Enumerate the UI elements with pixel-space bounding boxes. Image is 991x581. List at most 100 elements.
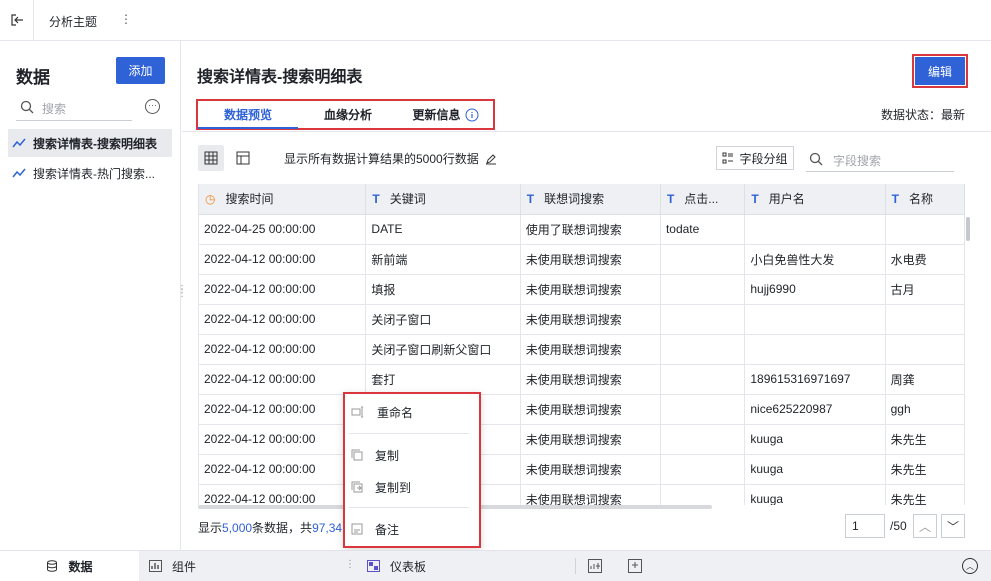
- table-cell: [744, 334, 886, 365]
- table-cell: 朱先生: [885, 424, 965, 455]
- table-cell: 2022-04-12 00:00:00: [199, 394, 367, 425]
- edit-button[interactable]: 编辑: [912, 54, 968, 88]
- table-cell: 未使用联想词搜索: [520, 334, 661, 365]
- group-icon: [722, 152, 734, 164]
- prev-page-button[interactable]: ︿: [913, 514, 937, 538]
- database-icon: [47, 560, 58, 572]
- table-cell: [660, 304, 746, 335]
- page-total: /50: [890, 519, 907, 533]
- menu-item-copy-to[interactable]: 复制到: [351, 476, 471, 498]
- add-dashboard-icon: [628, 559, 642, 573]
- add-dashboard-button[interactable]: [628, 559, 642, 576]
- column-header[interactable]: T 点击...: [660, 184, 746, 215]
- table-row[interactable]: 2022-04-12 00:00:00 填报 未使用联想词搜索 hujj6990 古月: [199, 274, 965, 305]
- table-cell: [660, 364, 746, 395]
- table-row[interactable]: 2022-04-12 00:00:00 套打 未使用联想词搜索 18961531697…: [199, 364, 965, 395]
- tab-data[interactable]: 数据: [0, 551, 139, 581]
- more-vertical-icon[interactable]: ⋮: [120, 12, 132, 26]
- next-page-button[interactable]: ﹀: [941, 514, 965, 538]
- column-header[interactable]: T 关键词: [365, 184, 521, 215]
- pencil-icon[interactable]: [485, 153, 497, 165]
- table-cell: [885, 214, 965, 245]
- table-cell: 2022-04-12 00:00:00: [199, 304, 367, 335]
- field-group-button[interactable]: 字段分组: [716, 146, 794, 170]
- table-cell: 未使用联想词搜索: [520, 454, 661, 485]
- table-cell: 未使用联想词搜索: [520, 484, 661, 505]
- table-cell: kuuga: [744, 484, 886, 505]
- tab-bar: 数据预览 血缘分析 更新信息: [196, 99, 495, 130]
- menu-item-rename[interactable]: 重命名: [351, 401, 471, 423]
- field-search-input[interactable]: 字段搜索: [806, 146, 954, 172]
- table-row[interactable]: 2022-04-12 00:00:00 未使用联想词搜索 kuuga 朱先生: [199, 484, 965, 505]
- table-cell: [660, 394, 746, 425]
- add-button[interactable]: 添加: [116, 57, 165, 84]
- menu-separator: [349, 507, 469, 508]
- tab-lineage[interactable]: 血缘分析: [298, 101, 398, 128]
- dataset-item[interactable]: 搜索详情表-热门搜索...: [8, 159, 172, 187]
- tab-component[interactable]: 组件: [149, 551, 196, 581]
- shown-count: 5,000: [222, 521, 253, 535]
- add-component-button[interactable]: [588, 559, 602, 576]
- table-row[interactable]: 2022-04-12 00:00:00 关闭子窗口刷新父窗口 未使用联想词搜索: [199, 334, 965, 365]
- table-row[interactable]: 2022-04-12 00:00:00 关闭子窗口 未使用联想词搜索: [199, 304, 965, 335]
- table-cell: ggh: [885, 394, 965, 425]
- tab-dashboard[interactable]: 仪表板: [367, 551, 426, 581]
- table-cell: 未使用联想词搜索: [520, 274, 661, 305]
- chart-component-icon: [149, 560, 162, 572]
- table-cell: [660, 484, 746, 505]
- table-cell: 2022-04-12 00:00:00: [199, 274, 367, 305]
- table-row[interactable]: 2022-04-12 00:00:00 新前端 未使用联想词搜索 小白免兽性大发 水电费: [199, 244, 965, 275]
- table-cell: 关闭子窗口刷新父窗口: [365, 334, 521, 365]
- menu-separator: [349, 433, 469, 434]
- table-header-row: ◷ 搜索时间 T 关键词 T 联想词搜索 T 点击... T 用户名 T 名称: [199, 184, 965, 215]
- dataset-item[interactable]: 搜索详情表-搜索明细表: [8, 129, 172, 157]
- search-icon: [20, 100, 34, 114]
- exit-button[interactable]: [0, 0, 34, 40]
- text-type-icon: T: [526, 192, 535, 207]
- menu-item-remark[interactable]: 备注: [351, 518, 471, 540]
- column-header[interactable]: T 用户名: [744, 184, 886, 215]
- table-cell: [885, 304, 965, 335]
- grid-icon: [204, 151, 218, 165]
- table-cell: 古月: [885, 274, 965, 305]
- table-row[interactable]: 2022-04-12 00:00:00 未使用联想词搜索 kuuga 朱先生: [199, 424, 965, 455]
- page-title: 搜索详情表-搜索明细表: [197, 69, 363, 86]
- table-row[interactable]: 2022-04-12 00:00:00 未使用联想词搜索 nice625220987…: [199, 394, 965, 425]
- field-group-label: 字段分组: [739, 151, 788, 166]
- table-cell: 2022-04-12 00:00:00: [199, 484, 367, 505]
- column-header[interactable]: T 联想词搜索: [520, 184, 661, 215]
- table-cell: 新前端: [365, 244, 521, 275]
- table-row[interactable]: 2022-04-25 00:00:00 DATE 使用了联想词搜索 todate: [199, 214, 965, 245]
- topic-title: 分析主题: [49, 15, 98, 29]
- dashboard-icon: [367, 560, 380, 572]
- column-header[interactable]: T 名称: [885, 184, 965, 215]
- table-cell: [744, 304, 886, 335]
- table-cell: 水电费: [885, 244, 965, 275]
- table-cell: [660, 274, 746, 305]
- line-chart-icon: [12, 168, 26, 178]
- vertical-scrollbar[interactable]: [966, 217, 970, 241]
- column-header[interactable]: ◷ 搜索时间: [199, 184, 367, 215]
- add-component-icon: [588, 559, 602, 573]
- grid-view-button[interactable]: [198, 145, 224, 171]
- layout-icon: [236, 151, 250, 165]
- tab-data-preview[interactable]: 数据预览: [198, 101, 298, 129]
- table-cell: 未使用联想词搜索: [520, 304, 661, 335]
- more-options-icon[interactable]: ···: [145, 99, 160, 114]
- data-table: ◷ 搜索时间 T 关键词 T 联想词搜索 T 点击... T 用户名 T 名称 2022-0…: [198, 184, 965, 505]
- tab-update-info-label: 更新信息: [412, 108, 461, 122]
- text-type-icon: T: [751, 192, 759, 207]
- page-number-input[interactable]: 1: [845, 514, 885, 538]
- table-view-button[interactable]: [230, 145, 256, 171]
- top-bar: 分析主题 ⋮: [0, 0, 991, 41]
- table-cell: 未使用联想词搜索: [520, 364, 661, 395]
- table-cell: [660, 454, 746, 485]
- exit-icon: [10, 14, 23, 26]
- drag-handle-icon[interactable]: ⋮: [345, 559, 355, 570]
- search-input[interactable]: 搜索: [16, 95, 132, 121]
- table-row[interactable]: 2022-04-12 00:00:00 未使用联想词搜索 kuuga 朱先生: [199, 454, 965, 485]
- tab-update-info[interactable]: 更新信息: [398, 101, 493, 128]
- collapse-up-icon[interactable]: ︿: [962, 558, 978, 574]
- menu-item-copy[interactable]: 复制: [351, 444, 471, 466]
- table-cell: 未使用联想词搜索: [520, 244, 661, 275]
